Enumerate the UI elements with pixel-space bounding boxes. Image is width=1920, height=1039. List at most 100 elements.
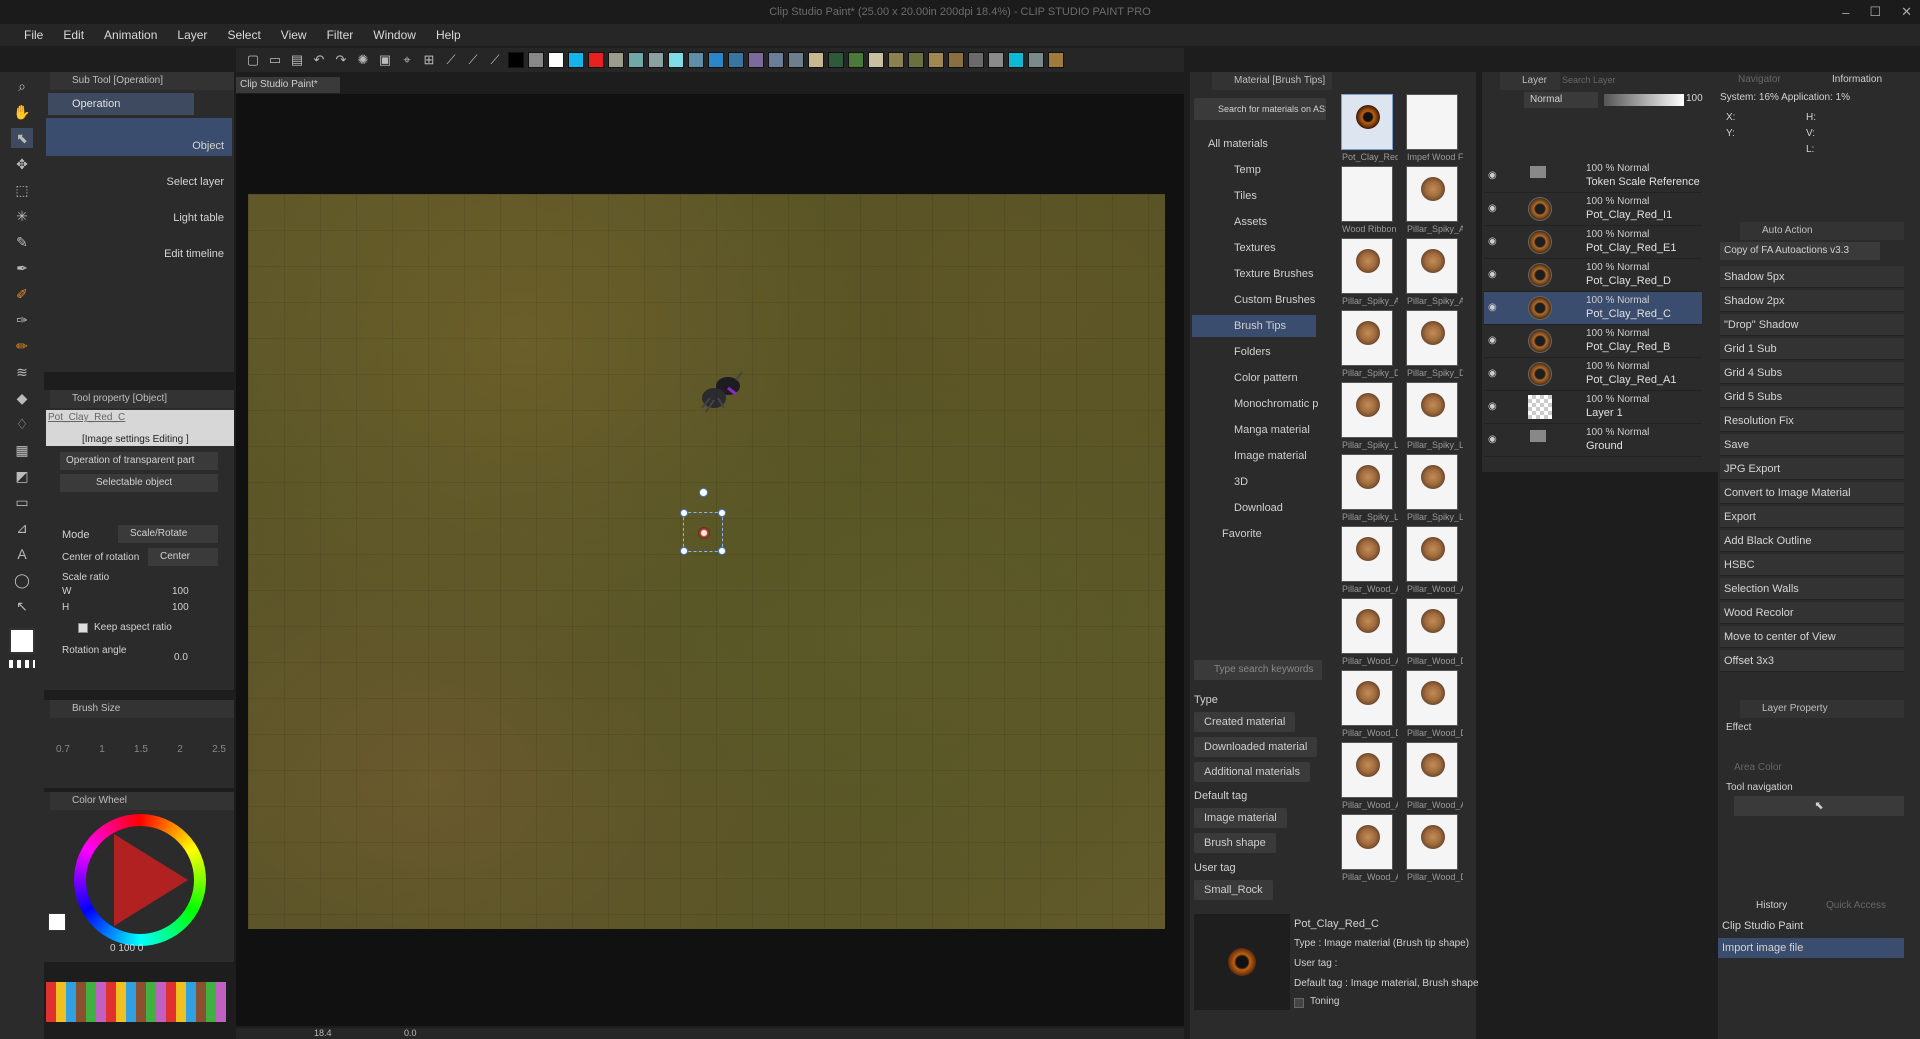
visibility-eye-icon[interactable]: ◉ — [1488, 203, 1497, 214]
brush-size-preset[interactable]: 2 — [177, 744, 183, 755]
navigator-tab[interactable]: Navigator — [1738, 74, 1781, 85]
zoom-value[interactable]: 18.4 — [314, 1028, 332, 1038]
material-thumbnail[interactable]: Pillar_Spiky_D — [1406, 310, 1463, 378]
color-swatch-icon[interactable] — [828, 52, 844, 68]
tag-downloaded-material[interactable]: Downloaded material — [1194, 737, 1318, 757]
material-thumbnail[interactable]: Pillar_Spiky_Li — [1406, 382, 1463, 450]
color-swatch-icon[interactable] — [528, 52, 544, 68]
canvas[interactable] — [248, 194, 1165, 929]
material-thumbnail[interactable]: Pillar_Spiky_Li — [1341, 454, 1398, 522]
layer-row[interactable]: ◉ 100 % Normal Token Scale Reference — [1484, 160, 1702, 193]
rotation-angle-value[interactable]: 0.0 — [174, 652, 188, 663]
color-swatch-icon[interactable] — [648, 52, 664, 68]
visibility-eye-icon[interactable]: ◉ — [1488, 335, 1497, 346]
visibility-eye-icon[interactable]: ◉ — [1488, 170, 1497, 181]
fill-bucket-icon[interactable]: ♢ — [11, 414, 33, 434]
color-set-palette[interactable] — [46, 982, 226, 1022]
fill-icon[interactable]: ▣ — [376, 51, 394, 69]
material-thumbnail[interactable]: Pillar_Wood_A — [1341, 598, 1398, 666]
search-layer-tab[interactable]: Search Layer — [1562, 75, 1616, 85]
auto-action-item[interactable]: Resolution Fix — [1720, 410, 1904, 432]
center-rotation-select[interactable]: Center — [148, 548, 218, 566]
auto-action-item[interactable]: JPG Export — [1720, 458, 1904, 480]
layer-row[interactable]: ◉ 100 % Normal Pot_Clay_Red_B — [1484, 325, 1702, 358]
airbrush-icon[interactable]: ✑ — [11, 310, 33, 330]
tree-textures[interactable]: Textures — [1234, 235, 1276, 261]
brush-size-preset[interactable]: 1.5 — [134, 744, 148, 755]
auto-action-item[interactable]: Offset 3x3 — [1720, 650, 1904, 672]
layer-row[interactable]: ◉ 100 % Normal Pot_Clay_Red_C — [1484, 292, 1702, 325]
color-swatch-icon[interactable] — [788, 52, 804, 68]
close-icon[interactable]: ✕ — [1901, 4, 1912, 20]
color-swatch-icon[interactable] — [768, 52, 784, 68]
menu-filter[interactable]: Filter — [317, 28, 364, 42]
material-thumbnail[interactable]: Pillar_Spiky_D — [1341, 310, 1398, 378]
color-swatch-icon[interactable] — [708, 52, 724, 68]
visibility-eye-icon[interactable]: ◉ — [1488, 269, 1497, 280]
brush-size-preset[interactable]: 2.5 — [212, 744, 226, 755]
decoration-icon[interactable]: ✏ — [11, 336, 33, 356]
color-swatch-icon[interactable] — [588, 52, 604, 68]
transform-icon[interactable]: ⌖ — [398, 51, 416, 69]
color-swatch-icon[interactable] — [868, 52, 884, 68]
transform-bounding-box[interactable] — [680, 488, 726, 555]
tree-manga-material[interactable]: Manga material — [1234, 417, 1310, 443]
tree-tiles[interactable]: Tiles — [1234, 183, 1257, 209]
new-file-icon[interactable]: ▢ — [244, 51, 262, 69]
auto-action-item[interactable]: Move to center of View — [1720, 626, 1904, 648]
tag-small-rock[interactable]: Small_Rock — [1194, 880, 1273, 900]
tree-texture-brushes[interactable]: Texture Brushes — [1234, 261, 1313, 287]
frame-icon[interactable]: ▭ — [11, 492, 33, 512]
tag-brush-shape[interactable]: Brush shape — [1194, 833, 1276, 853]
tree-custom-brushes[interactable]: Custom Brushes — [1234, 287, 1315, 313]
transparent-color-swatch[interactable] — [9, 660, 35, 668]
sub-tool-object[interactable]: Object — [48, 136, 230, 172]
material-thumbnail[interactable]: Impef Wood F — [1406, 94, 1463, 162]
color-swatch-icon[interactable] — [548, 52, 564, 68]
redo-icon[interactable]: ↷ — [332, 51, 350, 69]
color-swatch-icon[interactable] — [608, 52, 624, 68]
color-swatch-icon[interactable] — [568, 52, 584, 68]
tree-image-material[interactable]: Image material — [1234, 443, 1307, 469]
layer-row[interactable]: ◉ 100 % Normal Pot_Clay_Red_E1 — [1484, 226, 1702, 259]
operation-icon[interactable]: ⬉ — [11, 128, 33, 148]
material-search-input[interactable]: Type search keywords — [1194, 660, 1322, 680]
rotate-handle[interactable] — [699, 488, 708, 497]
spider-token-image[interactable] — [698, 368, 748, 416]
brush-size-preset[interactable]: 1 — [99, 744, 105, 755]
special-ruler-snap-icon[interactable]: ⟋ — [464, 51, 482, 69]
figure-icon[interactable]: ◩ — [11, 466, 33, 486]
crop-icon[interactable]: ⊞ — [420, 51, 438, 69]
blend-mode-select[interactable]: Normal — [1524, 92, 1598, 108]
material-thumbnail[interactable]: Wood Ribbon — [1341, 166, 1396, 234]
material-thumbnail[interactable]: Pillar_Wood_D — [1341, 670, 1398, 738]
tree-assets[interactable]: Assets — [1234, 209, 1267, 235]
sub-tool-edit-timeline[interactable]: Edit timeline — [48, 244, 230, 280]
color-swatch-icon[interactable] — [688, 52, 704, 68]
undo-icon[interactable]: ↶ — [310, 51, 328, 69]
visibility-eye-icon[interactable]: ◉ — [1488, 434, 1497, 445]
main-color-swatch[interactable] — [9, 628, 35, 654]
color-swatch-icon[interactable] — [888, 52, 904, 68]
tree-favorite[interactable]: Favorite — [1222, 521, 1262, 547]
sv-triangle[interactable] — [114, 834, 188, 926]
material-thumbnail[interactable]: Pillar_Wood_A — [1341, 526, 1398, 594]
tree-download[interactable]: Download — [1234, 495, 1283, 521]
menu-window[interactable]: Window — [363, 28, 426, 42]
resize-handle[interactable] — [680, 509, 688, 517]
layer-row[interactable]: ◉ 100 % Normal Ground — [1484, 424, 1702, 457]
material-thumbnail[interactable]: Pot_Clay_Red — [1341, 94, 1398, 162]
grid-snap-icon[interactable]: ⟋ — [486, 51, 504, 69]
color-swatch-icon[interactable] — [928, 52, 944, 68]
auto-action-item[interactable]: HSBC — [1720, 554, 1904, 576]
visibility-eye-icon[interactable]: ◉ — [1488, 302, 1497, 313]
brush-size-preset[interactable]: 0.7 — [56, 744, 70, 755]
toning-checkbox[interactable] — [1294, 998, 1304, 1008]
minimize-icon[interactable]: – — [1842, 5, 1849, 20]
material-thumbnail[interactable]: Pillar_Wood_A — [1341, 814, 1398, 882]
opacity-value[interactable]: 100 — [1686, 93, 1703, 104]
mode-select[interactable]: Scale/Rotate — [118, 525, 218, 543]
search-assets-button[interactable]: Search for materials on ASSETS — [1194, 98, 1326, 120]
auto-action-item[interactable]: Grid 1 Sub — [1720, 338, 1904, 360]
color-swatch-icon[interactable] — [508, 52, 524, 68]
